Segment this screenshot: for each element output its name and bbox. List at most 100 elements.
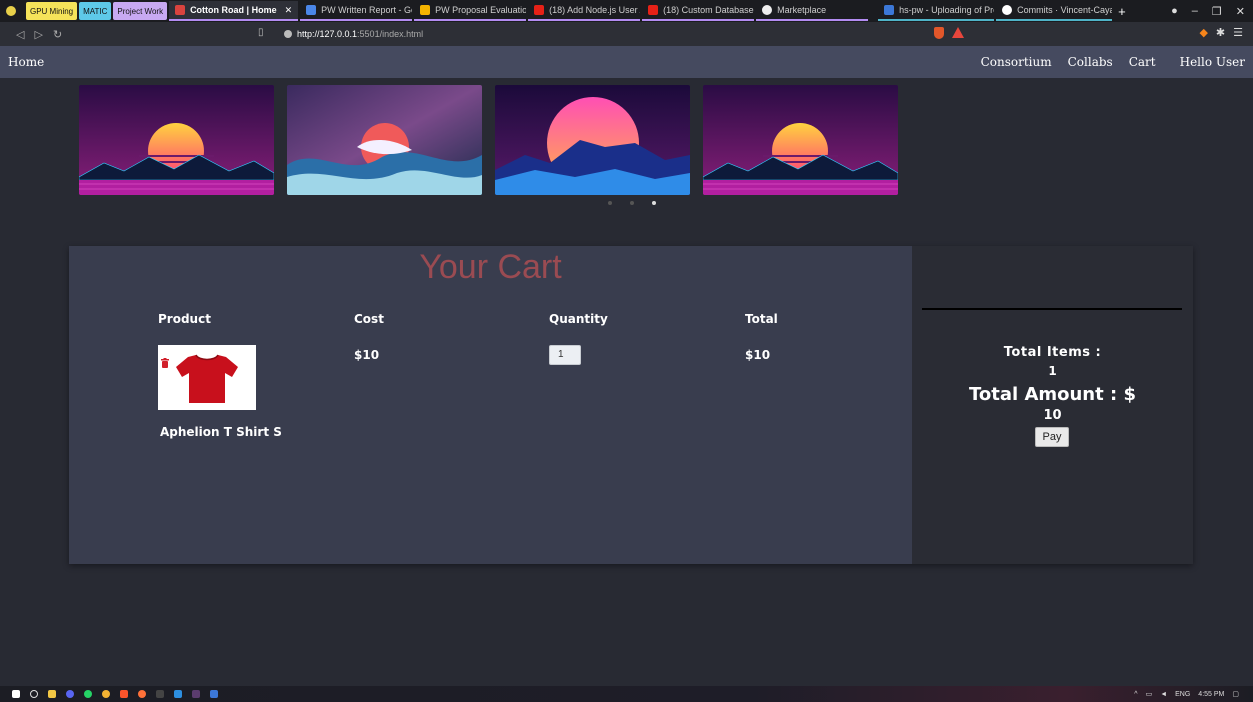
quantity-column-header: Quantity <box>549 312 608 326</box>
url-field[interactable]: http://127.0.0.1:5501/index.html <box>284 26 984 42</box>
firefox-icon[interactable] <box>138 690 146 698</box>
tab-pw-written-report[interactable]: PW Written Report - Goog <box>300 1 413 21</box>
system-tray: ^ ▭ ◄ ENG 4:55 PM ▢ <box>1134 690 1253 699</box>
restore-icon[interactable]: ❐ <box>1212 5 1222 18</box>
product-column-header: Product <box>158 312 211 326</box>
volume-icon[interactable]: ◄ <box>1160 691 1167 698</box>
cart-panel: Your Cart Product Cost Quantity Total $1… <box>69 246 1193 564</box>
minimize-icon[interactable]: – <box>1192 5 1198 18</box>
galaxy-waves-image <box>287 85 482 195</box>
summary-divider <box>922 308 1182 310</box>
carousel-dot-active[interactable] <box>652 201 656 205</box>
file-explorer-icon[interactable] <box>48 690 56 698</box>
product-name: Aphelion T Shirt S <box>160 425 282 439</box>
profile-icon[interactable]: ● <box>1171 5 1178 18</box>
whatsapp-icon[interactable] <box>84 690 92 698</box>
tab-marketplace[interactable]: Marketplace <box>756 1 869 21</box>
item-total: $10 <box>745 348 771 362</box>
notifications-icon[interactable]: ▢ <box>1232 690 1239 698</box>
youtube-icon <box>534 5 545 15</box>
total-items-value: 1 <box>1048 364 1057 378</box>
youtube-icon <box>648 5 659 15</box>
slack-icon[interactable] <box>192 690 200 698</box>
site-navbar: Home Consortium Collabs Cart Hello User <box>0 46 1253 78</box>
back-icon[interactable]: ◁ <box>16 28 24 41</box>
taskbar-icons <box>0 690 218 698</box>
tab-youtube-custom-db[interactable]: (18) Custom Databases: Cr <box>642 1 755 21</box>
app-favicon-icon <box>884 5 895 15</box>
discord-icon[interactable] <box>66 690 74 698</box>
nav-cart-link[interactable]: Cart <box>1121 55 1164 69</box>
browser-logo-icon <box>6 6 16 16</box>
cart-summary: Total Items : 1 Total Amount : $ 10 Pay <box>912 246 1193 564</box>
carousel-indicators <box>608 201 656 205</box>
extensions-icon[interactable]: ✱ <box>1216 26 1225 39</box>
terminal-icon[interactable] <box>156 690 164 698</box>
google-docs-icon <box>306 5 317 15</box>
address-bar-row: ◁ ▷ ↻ ▯ http://127.0.0.1:5501/index.html… <box>0 22 1253 46</box>
carousel-dot[interactable] <box>630 201 634 205</box>
network-icon[interactable]: ▭ <box>1146 690 1153 698</box>
cost-column-header: Cost <box>354 312 384 326</box>
vscode-icon[interactable] <box>174 690 182 698</box>
carousel-slide-galaxy-waves[interactable] <box>287 85 482 195</box>
clock[interactable]: 4:55 PM <box>1198 691 1224 698</box>
total-items-label: Total Items : <box>1003 345 1102 360</box>
nav-home-link[interactable]: Home <box>0 55 44 69</box>
quantity-input[interactable]: 1 <box>549 345 581 365</box>
url-path: :5501/index.html <box>357 29 424 39</box>
nav-collabs-link[interactable]: Collabs <box>1060 55 1121 69</box>
menu-icon[interactable]: ☰ <box>1233 26 1243 39</box>
tab-hs-pw[interactable]: hs-pw - Uploading of Proj <box>878 1 995 21</box>
nav-consortium-link[interactable]: Consortium <box>973 55 1060 69</box>
tab-group-gpu-mining[interactable]: GPU Mining <box>26 2 78 20</box>
tab-cotton-road[interactable]: Cotton Road | Home ✕ <box>169 1 299 21</box>
address-bar-extension-icons <box>934 27 964 39</box>
total-amount-value: 10 <box>1043 408 1062 423</box>
windows-taskbar: ^ ▭ ◄ ENG 4:55 PM ▢ <box>0 686 1253 702</box>
carousel-slide-neon-mountains[interactable] <box>495 85 690 195</box>
app-icon[interactable] <box>210 690 218 698</box>
total-column-header: Total <box>745 312 778 326</box>
carousel-dot[interactable] <box>608 201 612 205</box>
new-tab-button[interactable]: + <box>1118 4 1126 19</box>
nav-user-greeting[interactable]: Hello User <box>1164 55 1253 69</box>
cotton-road-favicon-icon <box>175 5 186 15</box>
brave-shield-icon[interactable] <box>934 27 944 39</box>
info-icon <box>284 30 292 38</box>
product-image <box>158 345 256 410</box>
cart-title: Your Cart <box>419 248 562 286</box>
carousel-slide-synthwave-sun[interactable] <box>79 85 274 195</box>
tab-group-matic[interactable]: MATIC <box>79 2 112 20</box>
windows-start-icon[interactable] <box>12 690 20 698</box>
toolbar-right: ◆ ✱ ☰ <box>1199 26 1243 39</box>
marketplace-icon <box>762 5 773 15</box>
tab-group-project-work[interactable]: Project Work <box>113 2 168 20</box>
carousel-slide-synthwave-sun-repeat[interactable] <box>703 85 898 195</box>
nav-buttons: ◁ ▷ ↻ <box>0 28 62 41</box>
github-icon <box>1002 5 1013 15</box>
bookmark-icon[interactable]: ▯ <box>258 27 264 38</box>
chrome-icon[interactable] <box>102 690 110 698</box>
metamask-icon[interactable]: ◆ <box>1199 26 1207 39</box>
url-host: http://127.0.0.1 <box>297 29 358 39</box>
window-controls: ● – ❐ ✕ <box>1171 5 1253 18</box>
tray-chevron-icon[interactable]: ^ <box>1134 691 1137 698</box>
reload-icon[interactable]: ↻ <box>53 28 62 41</box>
trash-icon[interactable] <box>161 358 169 368</box>
browser-tab-strip: GPU Mining MATIC Project Work Cotton Roa… <box>0 0 1253 22</box>
language-indicator[interactable]: ENG <box>1175 691 1190 698</box>
synthwave-sun-image <box>79 85 274 195</box>
tab-github-commits[interactable]: Commits · Vincent-Cayadu <box>996 1 1113 21</box>
neon-mountains-image <box>495 85 690 195</box>
close-tab-icon[interactable]: ✕ <box>285 5 293 16</box>
tab-youtube-node-auth[interactable]: (18) Add Node.js User Aut <box>528 1 641 21</box>
image-carousel[interactable] <box>79 85 899 195</box>
tab-pw-proposal[interactable]: PW Proposal Evaluation - ( <box>414 1 527 21</box>
brave-icon[interactable] <box>120 690 128 698</box>
pay-button[interactable]: Pay <box>1035 427 1069 447</box>
close-window-icon[interactable]: ✕ <box>1236 5 1245 18</box>
brave-rewards-icon[interactable] <box>952 27 964 38</box>
search-icon[interactable] <box>30 690 38 698</box>
forward-icon[interactable]: ▷ <box>34 28 42 41</box>
